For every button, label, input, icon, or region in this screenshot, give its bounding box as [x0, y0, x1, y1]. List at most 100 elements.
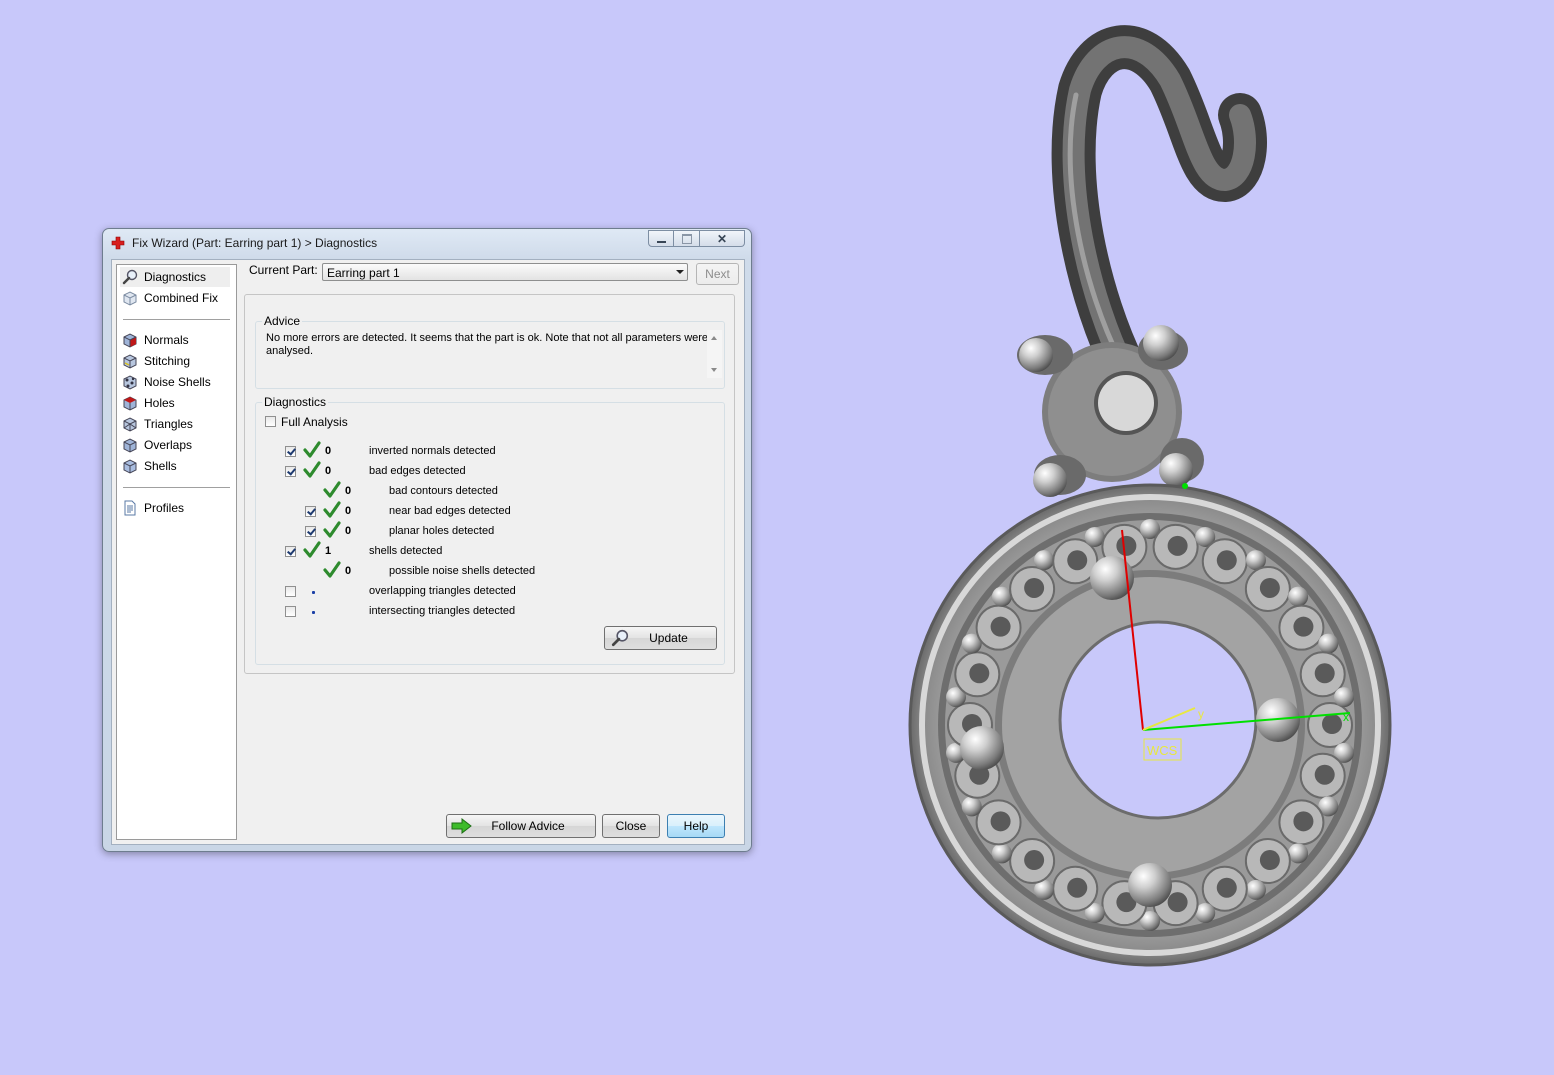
- bad-edges-text: bad edges detected: [369, 465, 466, 477]
- green-arrow-icon: [451, 818, 472, 834]
- help-button[interactable]: Help: [667, 814, 725, 838]
- sidebar-item-holes[interactable]: Holes: [120, 393, 230, 413]
- window-title: Fix Wizard (Part: Earring part 1) > Diag…: [132, 236, 378, 250]
- minimize-button[interactable]: [648, 230, 674, 247]
- advice-text: No more errors are detected. It seems th…: [266, 332, 709, 357]
- title-bar[interactable]: Fix Wizard (Part: Earring part 1) > Diag…: [103, 229, 751, 257]
- full-analysis-label[interactable]: Full Analysis: [281, 415, 348, 429]
- triangles-cube-icon: [122, 416, 138, 432]
- minimize-icon: [656, 240, 666, 243]
- scroll-up-icon[interactable]: [711, 336, 717, 340]
- update-button[interactable]: Update: [604, 626, 717, 650]
- sidebar-item-stitching[interactable]: Stitching: [120, 351, 230, 371]
- shells-count: 1: [325, 545, 332, 557]
- update-label: Update: [649, 631, 688, 645]
- check-ok-icon: [323, 481, 341, 498]
- noise-shells-text: possible noise shells detected: [389, 565, 536, 577]
- maximize-button[interactable]: [674, 230, 700, 247]
- sidebar-item-label: Profiles: [144, 501, 185, 515]
- sidebar-item-label: Triangles: [144, 417, 193, 431]
- sidebar-item-label: Holes: [144, 396, 175, 410]
- current-part-select[interactable]: Earring part 1: [322, 263, 688, 281]
- diagnostics-group: Diagnostics Full Analysis 0 inverted nor…: [255, 395, 725, 665]
- sidebar-item-shells[interactable]: Shells: [120, 456, 230, 476]
- follow-advice-button[interactable]: Follow Advice: [446, 814, 596, 838]
- planar-holes-checkbox[interactable]: [305, 526, 316, 537]
- overlaps-cube-icon: [122, 437, 138, 453]
- near-bad-edges-text: near bad edges detected: [389, 505, 511, 517]
- check-ok-icon: [323, 521, 341, 538]
- red-cross-icon: [111, 236, 125, 250]
- shells-checkbox[interactable]: [285, 546, 296, 557]
- follow-advice-label: Follow Advice: [491, 819, 565, 833]
- sidebar-item-noise-shells[interactable]: Noise Shells: [120, 372, 230, 392]
- sidebar-item-label: Normals: [144, 333, 189, 347]
- wizard-sidebar: Diagnostics Combined Fix Normals Stitchi…: [116, 264, 237, 840]
- normals-cube-icon: [122, 332, 138, 348]
- bad-contours-count: 0: [345, 485, 352, 497]
- sidebar-item-label: Stitching: [144, 354, 191, 368]
- sidebar-item-overlaps[interactable]: Overlaps: [120, 435, 230, 455]
- bad-edges-checkbox[interactable]: [285, 466, 296, 477]
- magnifier-icon: [122, 269, 138, 285]
- document-icon: [122, 500, 138, 516]
- noise-shells-icon: [122, 374, 138, 390]
- pending-dot-icon: [312, 591, 315, 594]
- inverted-normals-count: 0: [325, 445, 332, 457]
- diagnostics-title: Diagnostics: [262, 395, 329, 409]
- chevron-down-icon: [676, 270, 684, 274]
- close-button[interactable]: Close: [602, 814, 660, 838]
- near-bad-edges-checkbox[interactable]: [305, 506, 316, 517]
- intersecting-triangles-checkbox[interactable]: [285, 606, 296, 617]
- axis-x-label: x: [1343, 710, 1349, 724]
- inverted-normals-checkbox[interactable]: [285, 446, 296, 457]
- sidebar-item-profiles[interactable]: Profiles: [120, 498, 230, 518]
- sidebar-item-label: Overlaps: [144, 438, 193, 452]
- sidebar-item-label: Noise Shells: [144, 375, 211, 389]
- overlapping-triangles-checkbox[interactable]: [285, 586, 296, 597]
- stitching-cube-icon: [122, 353, 138, 369]
- planar-holes-text: planar holes detected: [389, 525, 495, 537]
- magnifier-icon: [611, 629, 629, 647]
- sidebar-item-label: Diagnostics: [144, 270, 207, 284]
- current-part-label: Current Part:: [249, 263, 318, 277]
- advice-group: Advice No more errors are detected. It s…: [255, 314, 725, 389]
- sidebar-item-normals[interactable]: Normals: [120, 330, 230, 350]
- check-ok-icon: [323, 501, 341, 518]
- bad-edges-count: 0: [325, 465, 332, 477]
- noise-shells-count: 0: [345, 565, 352, 577]
- dialog-client-area: Diagnostics Combined Fix Normals Stitchi…: [111, 259, 745, 845]
- near-bad-edges-count: 0: [345, 505, 352, 517]
- check-ok-icon: [303, 541, 321, 558]
- intersecting-triangles-text: intersecting triangles detected: [369, 605, 516, 617]
- sidebar-item-combined-fix[interactable]: Combined Fix: [120, 288, 230, 308]
- check-ok-icon: [303, 461, 321, 478]
- axis-y-label: y: [1198, 707, 1204, 721]
- pending-dot-icon: [312, 611, 315, 614]
- sidebar-item-diagnostics[interactable]: Diagnostics: [120, 267, 230, 287]
- next-button[interactable]: Next: [696, 263, 739, 285]
- current-part-value: Earring part 1: [327, 266, 400, 280]
- scroll-down-icon[interactable]: [711, 368, 717, 372]
- maximize-icon: [681, 233, 692, 244]
- close-window-button[interactable]: ✕: [700, 230, 745, 247]
- full-analysis-checkbox[interactable]: [265, 416, 276, 427]
- sidebar-item-label: Shells: [144, 459, 177, 473]
- planar-holes-count: 0: [345, 525, 352, 537]
- advice-title: Advice: [262, 314, 303, 328]
- check-ok-icon: [303, 441, 321, 458]
- sidebar-divider: [123, 487, 230, 488]
- sidebar-item-triangles[interactable]: Triangles: [120, 414, 230, 434]
- advice-scrollbar[interactable]: [707, 330, 722, 378]
- diagnostics-panel: Advice No more errors are detected. It s…: [244, 294, 735, 674]
- inverted-normals-text: inverted normals detected: [369, 445, 496, 457]
- shells-text: shells detected: [369, 545, 443, 557]
- check-ok-icon: [323, 561, 341, 578]
- close-icon: ✕: [716, 231, 728, 246]
- fix-wizard-window: Fix Wizard (Part: Earring part 1) > Diag…: [102, 228, 752, 852]
- cube-outline-icon: [122, 290, 138, 306]
- overlapping-triangles-text: overlapping triangles detected: [369, 585, 516, 597]
- bad-contours-text: bad contours detected: [389, 485, 498, 497]
- sidebar-item-label: Combined Fix: [144, 291, 219, 305]
- sidebar-divider: [123, 319, 230, 320]
